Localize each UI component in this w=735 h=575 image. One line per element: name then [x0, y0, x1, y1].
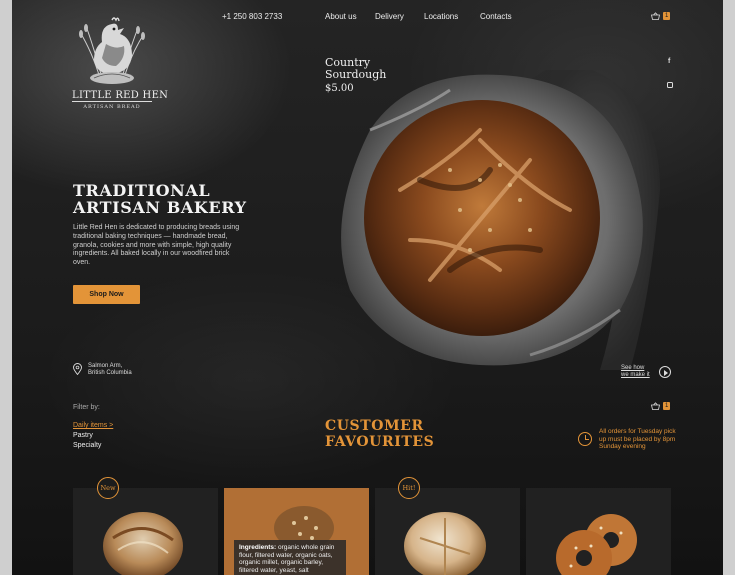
bagels-image: [556, 514, 637, 575]
featured-bread-image: [330, 60, 660, 370]
cart-button[interactable]: 1: [651, 12, 671, 20]
cart-button-secondary[interactable]: 1: [651, 402, 671, 410]
logo-tagline: ARTISAN BREAD: [83, 104, 141, 110]
product-card[interactable]: [526, 488, 671, 575]
cart-count-badge: 1: [663, 12, 671, 20]
scored-loaf-image: [404, 512, 486, 575]
page: LITTLE RED HEN ARTISAN BREAD +1 250 803 …: [0, 0, 735, 575]
nav-locations[interactable]: Locations: [424, 12, 458, 21]
right-edge-strip: [723, 0, 735, 575]
clock-icon: [578, 432, 592, 447]
logo[interactable]: LITTLE RED HEN ARTISAN BREAD: [72, 12, 169, 112]
facebook-icon[interactable]: f: [668, 58, 670, 65]
basket-icon: [651, 402, 660, 410]
filter-specialty[interactable]: Specialty: [73, 441, 113, 451]
product-card[interactable]: [375, 488, 520, 575]
customer-favourites-title: CUSTOMER FAVOURITES: [325, 418, 435, 450]
filter-pastry[interactable]: Pastry: [73, 431, 113, 441]
filter-label: Filter by:: [73, 404, 100, 411]
round-loaf-image: [103, 512, 183, 575]
hit-badge: Hit!: [398, 477, 420, 499]
hen-emblem-icon: [79, 17, 145, 84]
hero-description: Little Red Hen is dedicated to producing…: [73, 224, 240, 267]
shop-now-button[interactable]: Shop Now: [73, 285, 140, 304]
order-notice-text: All orders for Tuesday pick up must be p…: [599, 428, 676, 450]
logo-wordmark: LITTLE RED HEN: [72, 90, 169, 102]
basket-icon: [651, 12, 660, 20]
ingredients-label: Ingredients:: [239, 544, 277, 551]
nav-contacts[interactable]: Contacts: [480, 12, 512, 21]
see-how-link[interactable]: See how we make it: [621, 365, 650, 378]
nav-about-us[interactable]: About us: [325, 12, 357, 21]
cart-count-badge: 1: [663, 402, 671, 410]
order-notice: All orders for Tuesday pick up must be p…: [578, 428, 679, 451]
filter-list: Daily items > Pastry Specialty: [73, 421, 113, 451]
left-edge-strip: [0, 0, 12, 575]
product-card[interactable]: [73, 488, 218, 575]
location-province: British Columbia: [88, 369, 132, 376]
location: Salmon Arm, British Columbia: [73, 363, 132, 376]
phone-link[interactable]: +1 250 803 2733: [222, 12, 282, 21]
hero-title: TRADITIONAL ARTISAN BAKERY: [73, 181, 247, 217]
map-pin-icon: [73, 363, 82, 375]
nav-delivery[interactable]: Delivery: [375, 12, 404, 21]
filter-daily-items[interactable]: Daily items >: [73, 421, 113, 431]
ingredients-tooltip: Ingredients: organic whole grain flour, …: [234, 540, 346, 575]
play-icon[interactable]: [659, 366, 671, 378]
new-badge: New: [97, 477, 119, 499]
instagram-icon[interactable]: [667, 82, 673, 88]
